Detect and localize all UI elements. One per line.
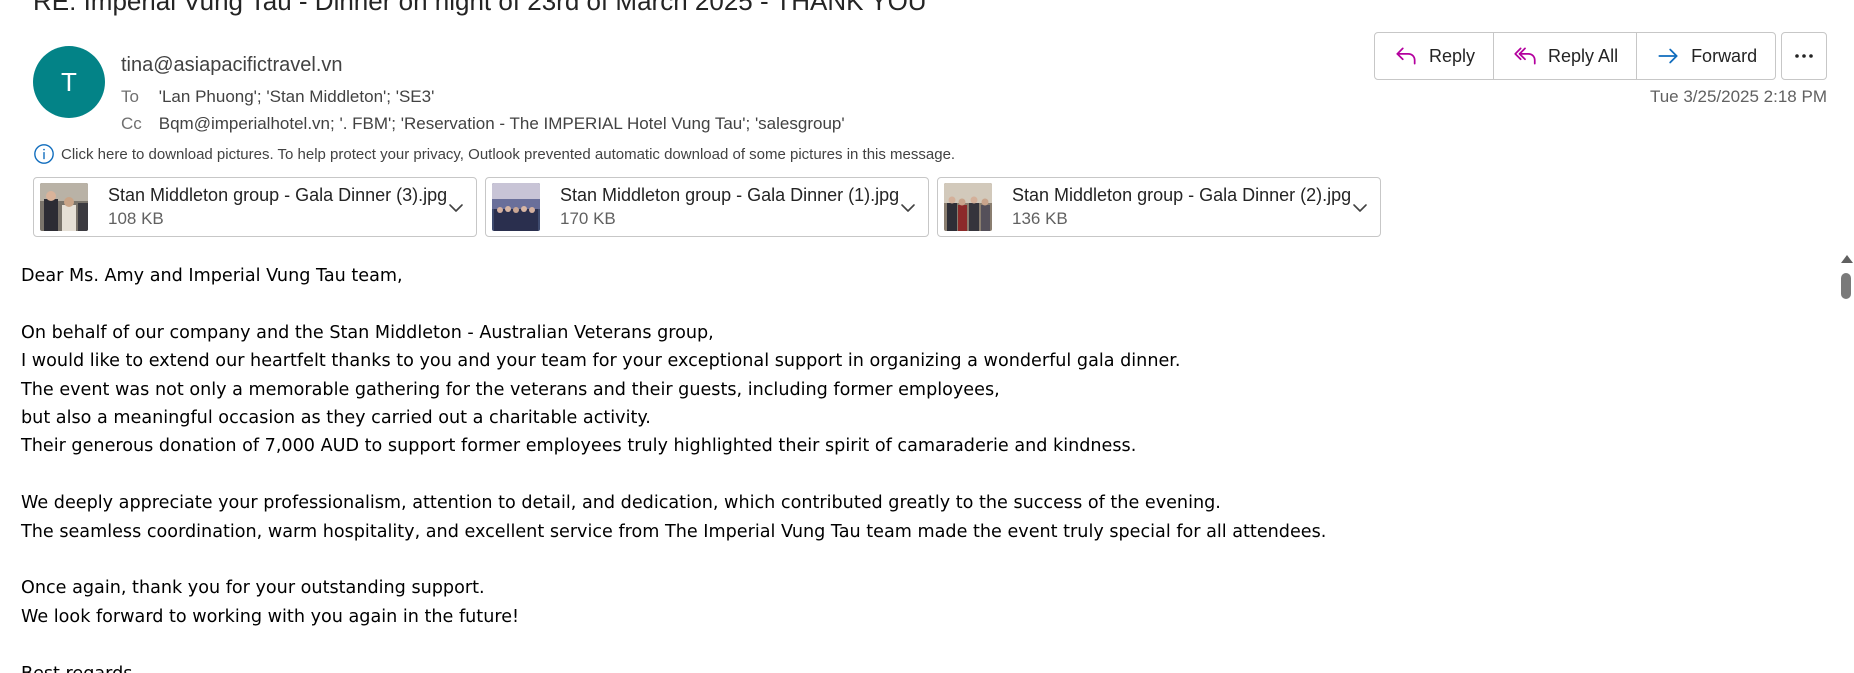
attachment-size: 136 KB [1012,209,1068,228]
reply-icon [1396,47,1416,65]
chevron-down-icon[interactable] [1348,196,1372,220]
forward-button[interactable]: Forward [1637,33,1775,79]
attachment-name: Stan Middleton group - Gala Dinner (2).j… [1012,185,1352,205]
body-line: The event was not only a memorable gathe… [21,379,1000,400]
download-pictures-infobar[interactable]: Click here to download pictures. To help… [33,143,955,165]
body-line: Best regards, [21,660,1326,673]
body-line: Dear Ms. Amy and Imperial Vung Tau team, [21,266,403,286]
forward-label: Forward [1691,45,1758,66]
attachment-list: Stan Middleton group - Gala Dinner (3).j… [33,177,1381,237]
reply-all-button[interactable]: Reply All [1494,33,1638,79]
reply-label: Reply [1429,45,1476,66]
to-recipients-row: To 'Lan Phuong'; 'Stan Middleton'; 'SE3' [121,87,434,107]
reply-all-icon [1514,47,1536,65]
sent-date: Tue 3/25/2025 2:18 PM [1649,87,1827,106]
to-label: To [121,87,139,106]
attachment-thumbnail [492,183,540,231]
attachment-size: 108 KB [108,209,164,228]
body-line [21,461,1326,489]
message-body: Dear Ms. Amy and Imperial Vung Tau team,… [21,262,1326,673]
body-line: We deeply appreciate your professionalis… [21,493,1221,514]
attachment-card[interactable]: Stan Middleton group - Gala Dinner (1).j… [485,177,929,237]
body-line: On behalf of our company and the Stan Mi… [21,322,714,343]
email-reading-pane: RE: Imperial Vung Tau - Dinner on night … [0,0,1854,673]
cc-recipients-row: Cc Bqm@imperialhotel.vn; '. FBM'; 'Reser… [121,114,845,134]
body-line: but also a meaningful occasion as they c… [21,408,651,429]
more-actions-button[interactable] [1781,32,1827,80]
attachment-card[interactable]: Stan Middleton group - Gala Dinner (2).j… [937,177,1381,237]
scroll-up-arrow-icon[interactable] [1841,255,1853,263]
attachment-size: 170 KB [560,209,616,228]
body-line: I would like to extend our heartfelt tha… [21,351,1181,372]
chevron-down-icon[interactable] [444,196,468,220]
forward-icon [1658,48,1678,64]
attachment-thumbnail [40,183,88,231]
sender-address[interactable]: tina@asiapacifictravel.vn [121,54,343,77]
reply-all-label: Reply All [1548,45,1619,66]
body-line [21,546,1326,574]
body-line: Their generous donation of 7,000 AUD to … [21,436,1137,457]
cc-recipients[interactable]: Bqm@imperialhotel.vn; '. FBM'; 'Reservat… [159,114,845,133]
to-recipients[interactable]: 'Lan Phuong'; 'Stan Middleton'; 'SE3' [159,87,435,106]
reply-button[interactable]: Reply [1375,33,1495,79]
body-line [21,631,1326,659]
body-line: The seamless coordination, warm hospital… [21,521,1327,542]
sender-avatar[interactable]: T [33,46,105,118]
vertical-scrollbar[interactable] [1838,255,1854,673]
attachment-name: Stan Middleton group - Gala Dinner (3).j… [108,185,448,205]
body-line: Once again, thank you for your outstandi… [21,578,485,599]
email-subject: RE: Imperial Vung Tau - Dinner on night … [33,0,927,16]
scrollbar-thumb[interactable] [1841,273,1851,299]
avatar-initial: T [61,66,77,97]
more-horizontal-icon [1795,54,1813,58]
attachment-thumbnail [944,183,992,231]
body-line: We look forward to working with you agai… [21,606,520,627]
body-line [21,290,1326,318]
info-icon [34,144,54,164]
infobar-message: Click here to download pictures. To help… [61,145,956,163]
attachment-name: Stan Middleton group - Gala Dinner (1).j… [560,185,900,205]
cc-label: Cc [121,114,142,133]
message-actions: Reply Reply All Forward [1374,32,1777,80]
attachment-card[interactable]: Stan Middleton group - Gala Dinner (3).j… [33,177,477,237]
chevron-down-icon[interactable] [896,196,920,220]
